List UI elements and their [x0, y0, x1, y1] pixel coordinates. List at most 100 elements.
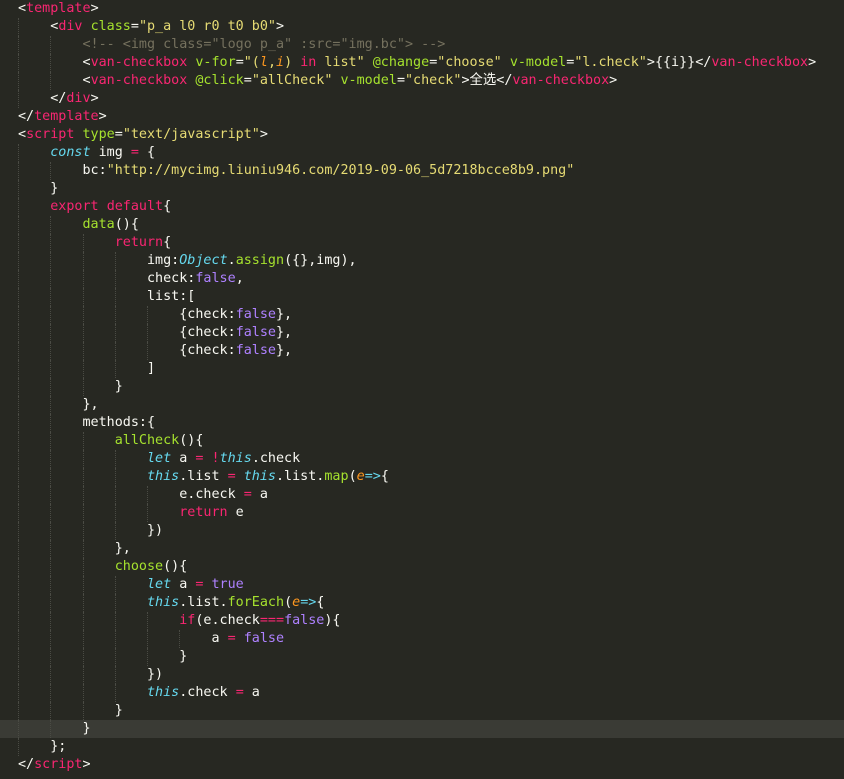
code-line[interactable]: </template> — [0, 108, 844, 126]
code-token-param: e — [356, 469, 365, 484]
indent-guide — [18, 324, 19, 342]
code-token-plain: }, — [276, 307, 293, 322]
code-token-comment: <!-- <img class="logo p_a" :src="img.bc"… — [82, 37, 446, 52]
code-line[interactable]: </script> — [0, 756, 844, 774]
code-token-punct: </ — [695, 55, 712, 70]
code-token-plain: (e.check — [195, 613, 260, 628]
code-token-keyword: in — [300, 55, 317, 70]
code-line[interactable]: const img = { — [0, 144, 844, 162]
indent-guide — [18, 18, 19, 36]
indent-guide — [18, 558, 19, 576]
code-token-string: "check" — [405, 73, 462, 88]
indent-guide — [82, 450, 84, 468]
code-line[interactable]: return{ — [0, 234, 844, 252]
indent-guide — [50, 558, 52, 576]
indent-guide — [18, 702, 19, 720]
code-line[interactable]: return e — [0, 504, 844, 522]
code-token-punct: < — [18, 127, 27, 142]
code-line[interactable]: {check:false}, — [0, 342, 844, 360]
code-line[interactable]: } — [0, 720, 844, 738]
code-token-keyword: export — [50, 199, 99, 214]
indent-guide — [18, 180, 19, 198]
code-line[interactable]: e.check = a — [0, 486, 844, 504]
code-line[interactable]: {check:false}, — [0, 324, 844, 342]
indent-guide — [82, 576, 84, 594]
code-line[interactable]: export default{ — [0, 198, 844, 216]
code-line[interactable]: let a = true — [0, 576, 844, 594]
code-line[interactable]: <template> — [0, 0, 844, 18]
code-line[interactable]: if(e.check===false){ — [0, 612, 844, 630]
code-line[interactable]: <!-- <img class="logo p_a" :src="img.bc"… — [0, 36, 844, 54]
code-token-tag: template — [26, 1, 91, 16]
code-token-const: false — [195, 271, 236, 286]
code-line[interactable]: }, — [0, 396, 844, 414]
code-token-string: ) — [284, 55, 301, 70]
code-token-plain: .list. — [276, 469, 325, 484]
code-token-punct: </ — [18, 757, 35, 772]
indent-guide — [50, 504, 52, 522]
code-line[interactable]: } — [0, 378, 844, 396]
indent-guide — [50, 72, 52, 90]
code-token-plain: } — [114, 703, 123, 718]
indent-guide — [18, 36, 19, 54]
code-lines[interactable]: <template> <div class="p_a l0 r0 t0 b0">… — [0, 0, 844, 774]
code-token-keyword: return — [179, 505, 228, 520]
code-line[interactable]: <van-checkbox v-for="(l,i) in list" @cha… — [0, 54, 844, 72]
code-token-punct: </ — [18, 109, 35, 124]
code-line[interactable]: }) — [0, 522, 844, 540]
indent-guide — [50, 252, 52, 270]
code-line[interactable]: }; — [0, 738, 844, 756]
code-token-tag: van-checkbox — [90, 55, 188, 70]
code-line[interactable]: this.list = this.list.map(e=>{ — [0, 468, 844, 486]
code-token-plain: a — [171, 451, 196, 466]
code-line[interactable]: }) — [0, 666, 844, 684]
code-line[interactable]: ] — [0, 360, 844, 378]
code-line[interactable]: list:[ — [0, 288, 844, 306]
indent-guide — [18, 450, 19, 468]
code-line[interactable]: img:Object.assign({},img), — [0, 252, 844, 270]
code-line[interactable]: } — [0, 648, 844, 666]
code-line[interactable]: methods:{ — [0, 414, 844, 432]
indent-guide — [114, 504, 116, 522]
code-token-plain: }, — [82, 397, 99, 412]
code-line[interactable]: let a = !this.check — [0, 450, 844, 468]
code-token-keyword: = — [243, 487, 252, 502]
indent-guide — [114, 324, 116, 342]
code-line[interactable]: allCheck(){ — [0, 432, 844, 450]
code-token-plain: }, — [276, 343, 293, 358]
code-line[interactable]: } — [0, 702, 844, 720]
indent-guide — [50, 468, 52, 486]
code-line[interactable]: }, — [0, 540, 844, 558]
code-line[interactable]: this.check = a — [0, 684, 844, 702]
code-token-string: "l.check" — [574, 55, 647, 70]
code-line[interactable]: choose(){ — [0, 558, 844, 576]
code-token-punct: = — [130, 19, 139, 34]
indent-guide — [18, 216, 19, 234]
code-line[interactable]: } — [0, 180, 844, 198]
code-token-keyword: default — [106, 199, 164, 214]
code-line[interactable]: </div> — [0, 90, 844, 108]
code-editor[interactable]: <template> <div class="p_a l0 r0 t0 b0">… — [0, 0, 844, 779]
code-line[interactable]: data(){ — [0, 216, 844, 234]
indent-guide — [50, 540, 52, 558]
code-line[interactable]: <script type="text/javascript"> — [0, 126, 844, 144]
code-token-tag: template — [34, 109, 99, 124]
code-token-func: forEach — [227, 595, 285, 610]
code-line[interactable]: {check:false}, — [0, 306, 844, 324]
code-line[interactable]: <van-checkbox @click="allCheck" v-model=… — [0, 72, 844, 90]
code-line[interactable]: bc:"http://mycimg.liuniu946.com/2019-09-… — [0, 162, 844, 180]
code-token-func: choose — [114, 559, 164, 574]
code-token-string: "p_a l0 r0 t0 b0" — [138, 19, 276, 34]
code-line[interactable]: a = false — [0, 630, 844, 648]
code-line[interactable]: this.list.forEach(e=>{ — [0, 594, 844, 612]
code-line[interactable]: check:false, — [0, 270, 844, 288]
code-token-punct: > — [646, 55, 655, 70]
code-line[interactable]: <div class="p_a l0 r0 t0 b0"> — [0, 18, 844, 36]
code-token-func: allCheck — [114, 433, 180, 448]
